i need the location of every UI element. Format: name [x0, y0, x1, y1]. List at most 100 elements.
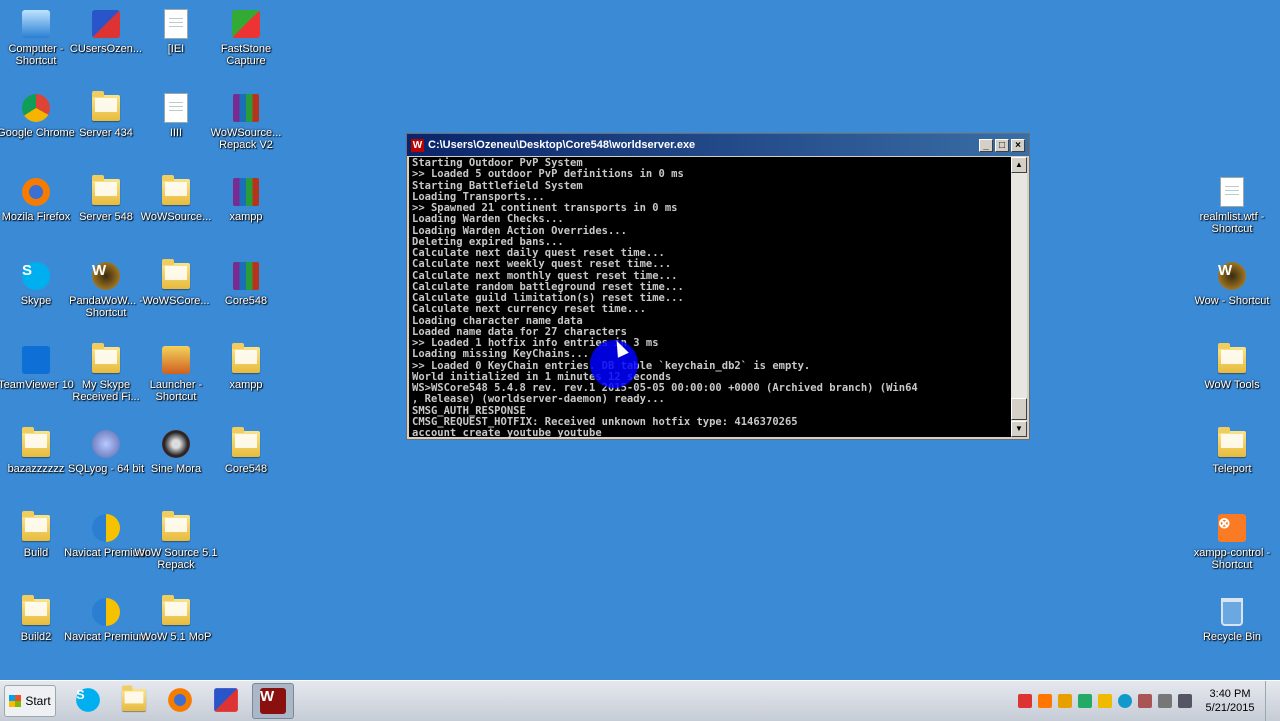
system-tray: 3:40 PM 5/21/2015 [1015, 681, 1280, 721]
tray-volume-icon[interactable] [1058, 694, 1072, 708]
desktop-icon-teamviewer[interactable]: TeamViewer 10 [0, 344, 74, 391]
tray-speaker-icon[interactable] [1178, 694, 1192, 708]
desktop-icon-wowscore[interactable]: WoWSCore... [140, 259, 212, 307]
desktop-icon-build[interactable]: Build [0, 511, 72, 559]
tray-xampp-icon[interactable] [1038, 694, 1052, 708]
tray-flag-icon[interactable] [1158, 694, 1172, 708]
desktop-icon-xampp-archive[interactable]: xampp [210, 176, 282, 223]
archive-icon [233, 94, 259, 122]
scroll-thumb[interactable] [1011, 398, 1027, 420]
start-button[interactable]: Start [4, 685, 56, 717]
desktop-icon-iiii[interactable]: IIII [140, 92, 212, 139]
desktop-icon-core548-folder[interactable]: Core548 [210, 427, 282, 475]
document-icon [164, 9, 188, 39]
window-titlebar[interactable]: W C:\Users\Ozeneu\Desktop\Core548\worlds… [407, 134, 1029, 156]
desktop-icon-navicat-1[interactable]: Navicat Premium [64, 512, 148, 559]
desktop-icon-label: xampp-control - Shortcut [1193, 547, 1271, 571]
tray-network-icon[interactable] [1078, 694, 1092, 708]
folder-icon [22, 427, 50, 457]
desktop-icon-sine-mora[interactable]: Sine Mora [140, 428, 212, 475]
desktop-icon-cusersozen[interactable]: CUsersOzen... [70, 8, 142, 55]
desktop-icon-iei[interactable]: [IEI [140, 8, 212, 55]
folder-icon [1218, 343, 1246, 373]
taskbar-firefox[interactable] [160, 683, 200, 717]
desktop-icon-faststone[interactable]: FastStone Capture [210, 8, 282, 67]
scroll-up-arrow-icon[interactable]: ▲ [1011, 157, 1027, 173]
desktop-icon-wow-tools[interactable]: WoW Tools [1196, 343, 1268, 391]
desktop-icon-recycle-bin[interactable]: Recycle Bin [1196, 596, 1268, 643]
console-line: Calculate next weekly quest reset time..… [412, 258, 672, 271]
desktop-icon-sqlyog[interactable]: SQLyog - 64 bit [68, 428, 144, 475]
archive-icon [233, 178, 259, 206]
taskbar-skype[interactable]: S [68, 683, 108, 717]
folder-icon [122, 685, 146, 712]
desktop-icon-my-skype-received[interactable]: My Skype Received Fi... [70, 343, 142, 403]
folder-icon [92, 175, 120, 205]
console-scrollbar[interactable]: ▲ ▼ [1011, 157, 1027, 437]
tray-norton-icon[interactable] [1098, 694, 1112, 708]
launcher-icon [162, 346, 190, 374]
windows-logo-icon [9, 695, 22, 707]
desktop-icon-wow-51-mop[interactable]: WoW 5.1 MoP [140, 595, 212, 643]
desktop-icon-wow-shortcut[interactable]: W Wow - Shortcut [1195, 260, 1270, 307]
document-icon [1220, 177, 1244, 207]
desktop-icon-server-548[interactable]: Server 548 [70, 175, 142, 223]
clock[interactable]: 3:40 PM 5/21/2015 [1195, 687, 1265, 715]
folder-icon [92, 343, 120, 373]
desktop-icon-label: FastStone Capture [220, 43, 272, 67]
desktop-icon-xampp-control[interactable]: ⊗ xampp-control - Shortcut [1194, 512, 1270, 571]
desktop-icon-skype[interactable]: S Skype [0, 260, 72, 307]
desktop-icon-pandawow[interactable]: W PandaWoW... - Shortcut [69, 260, 143, 319]
chrome-icon [22, 94, 50, 122]
desktop-icon-core548-archive[interactable]: Core548 [210, 260, 282, 307]
xampp-icon: ⊗ [1218, 514, 1246, 542]
desktop-icon-realmlist[interactable]: realmlist.wtf - Shortcut [1196, 176, 1268, 235]
desktop-icon-computer-shortcut[interactable]: Computer - Shortcut [0, 8, 72, 67]
clock-date: 5/21/2015 [1205, 702, 1255, 714]
tray-ie-icon[interactable] [1118, 694, 1132, 708]
firefox-icon [22, 178, 50, 206]
desktop-icon-launcher[interactable]: Launcher - Shortcut [140, 344, 212, 403]
desktop-icon-firefox[interactable]: Mozila Firefox [0, 176, 72, 223]
worldserver-icon: W [260, 688, 286, 714]
wow-icon: W [92, 262, 120, 290]
maximize-button[interactable]: □ [995, 138, 1009, 152]
folder-icon [22, 595, 50, 625]
tray-shield-icon[interactable] [1138, 694, 1152, 708]
desktop-icon-wowsource[interactable]: WoWSource... [140, 175, 212, 223]
minimize-button[interactable]: _ [979, 138, 993, 152]
desktop-icon-wow-source-51[interactable]: WoW Source 5.1 Repack [135, 511, 217, 571]
tray-app-icon[interactable] [1018, 694, 1032, 708]
scroll-down-arrow-icon[interactable]: ▼ [1011, 421, 1027, 437]
teamviewer-icon [22, 346, 50, 374]
desktop-icon-label: WoW Tools [1204, 379, 1260, 391]
document-icon [164, 93, 188, 123]
taskbar-explorer[interactable] [114, 683, 154, 717]
console-line: account create youtube youtube_ [412, 427, 608, 437]
close-button[interactable]: × [1011, 138, 1025, 152]
desktop-icon-label: WoW Source 5.1 Repack [134, 547, 218, 571]
console-line: >> Loaded 5 outdoor PvP definitions in 0… [412, 168, 684, 181]
desktop-icon-xampp-folder[interactable]: xampp [210, 343, 282, 391]
desktop-icon-label: Core548 [224, 295, 268, 307]
taskbar-worldserver[interactable]: W [252, 683, 294, 719]
worldserver-console-window[interactable]: W C:\Users\Ozeneu\Desktop\Core548\worlds… [406, 133, 1030, 440]
console-output[interactable]: Starting Outdoor PvP System >> Loaded 5 o… [409, 157, 1011, 437]
navicat-icon [92, 514, 120, 542]
desktop-icon-build2[interactable]: Build2 [0, 595, 72, 643]
desktop-icon-teleport[interactable]: Teleport [1196, 427, 1268, 475]
desktop-icon-wowsource-repack[interactable]: WoWSource... Repack V2 [210, 92, 282, 151]
folder-icon [1218, 427, 1246, 457]
desktop-icon-bazazzzzz[interactable]: bazazzzzzz [0, 427, 72, 475]
taskbar-app-a[interactable] [206, 683, 246, 717]
archive-icon [233, 262, 259, 290]
desktop-icon-navicat-2[interactable]: Navicat Premium [64, 596, 148, 643]
start-label: Start [25, 694, 51, 708]
navicat-icon [92, 598, 120, 626]
desktop-icon-server-434[interactable]: Server 434 [70, 91, 142, 139]
folder-icon [162, 259, 190, 289]
skype-icon: S [76, 688, 100, 712]
desktop-icon-label: realmlist.wtf - Shortcut [1199, 211, 1265, 235]
show-desktop-button[interactable] [1265, 681, 1280, 721]
desktop-icon-google-chrome[interactable]: Google Chrome [0, 92, 75, 139]
